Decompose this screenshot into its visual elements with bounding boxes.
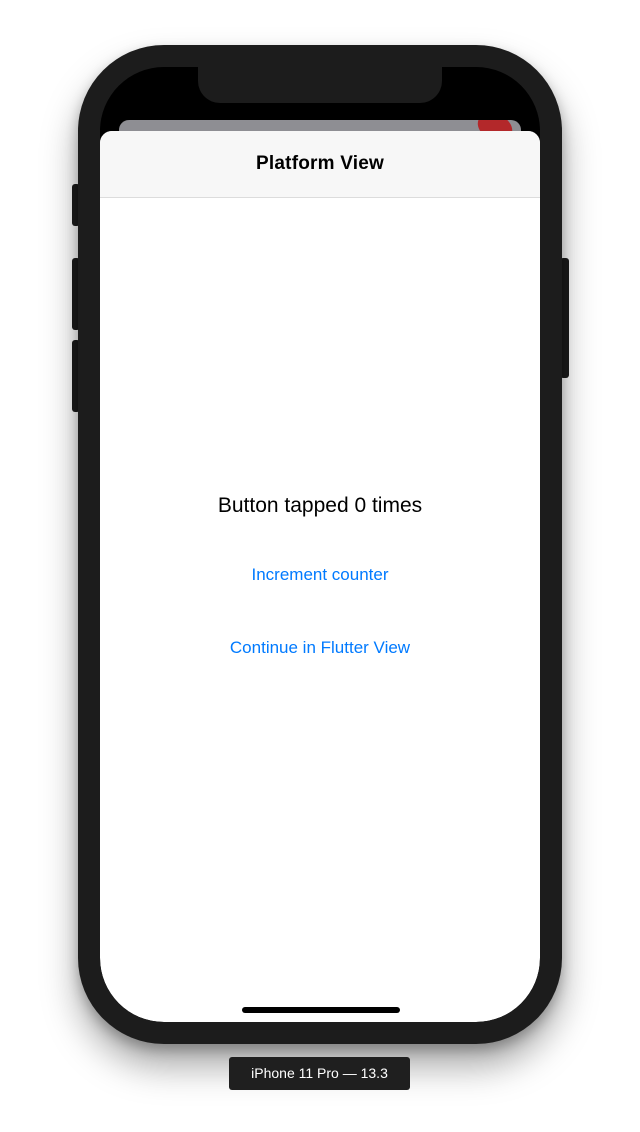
simulator-stage: Platform View Button tapped 0 times Incr… — [0, 0, 640, 1132]
increment-counter-button[interactable]: Increment counter — [100, 565, 540, 585]
phone-frame: Platform View Button tapped 0 times Incr… — [78, 45, 562, 1044]
navigation-bar: Platform View — [100, 131, 540, 198]
phone-screen: Platform View Button tapped 0 times Incr… — [100, 67, 540, 1022]
counter-label: Button tapped 0 times — [217, 494, 423, 517]
continue-in-flutter-button[interactable]: Continue in Flutter View — [100, 638, 540, 658]
platform-view-sheet: Platform View Button tapped 0 times Incr… — [100, 131, 540, 1022]
notch — [198, 67, 442, 103]
home-indicator[interactable] — [242, 1007, 400, 1013]
device-label: iPhone 11 Pro — 13.3 — [229, 1057, 410, 1090]
page-title: Platform View — [256, 153, 384, 174]
